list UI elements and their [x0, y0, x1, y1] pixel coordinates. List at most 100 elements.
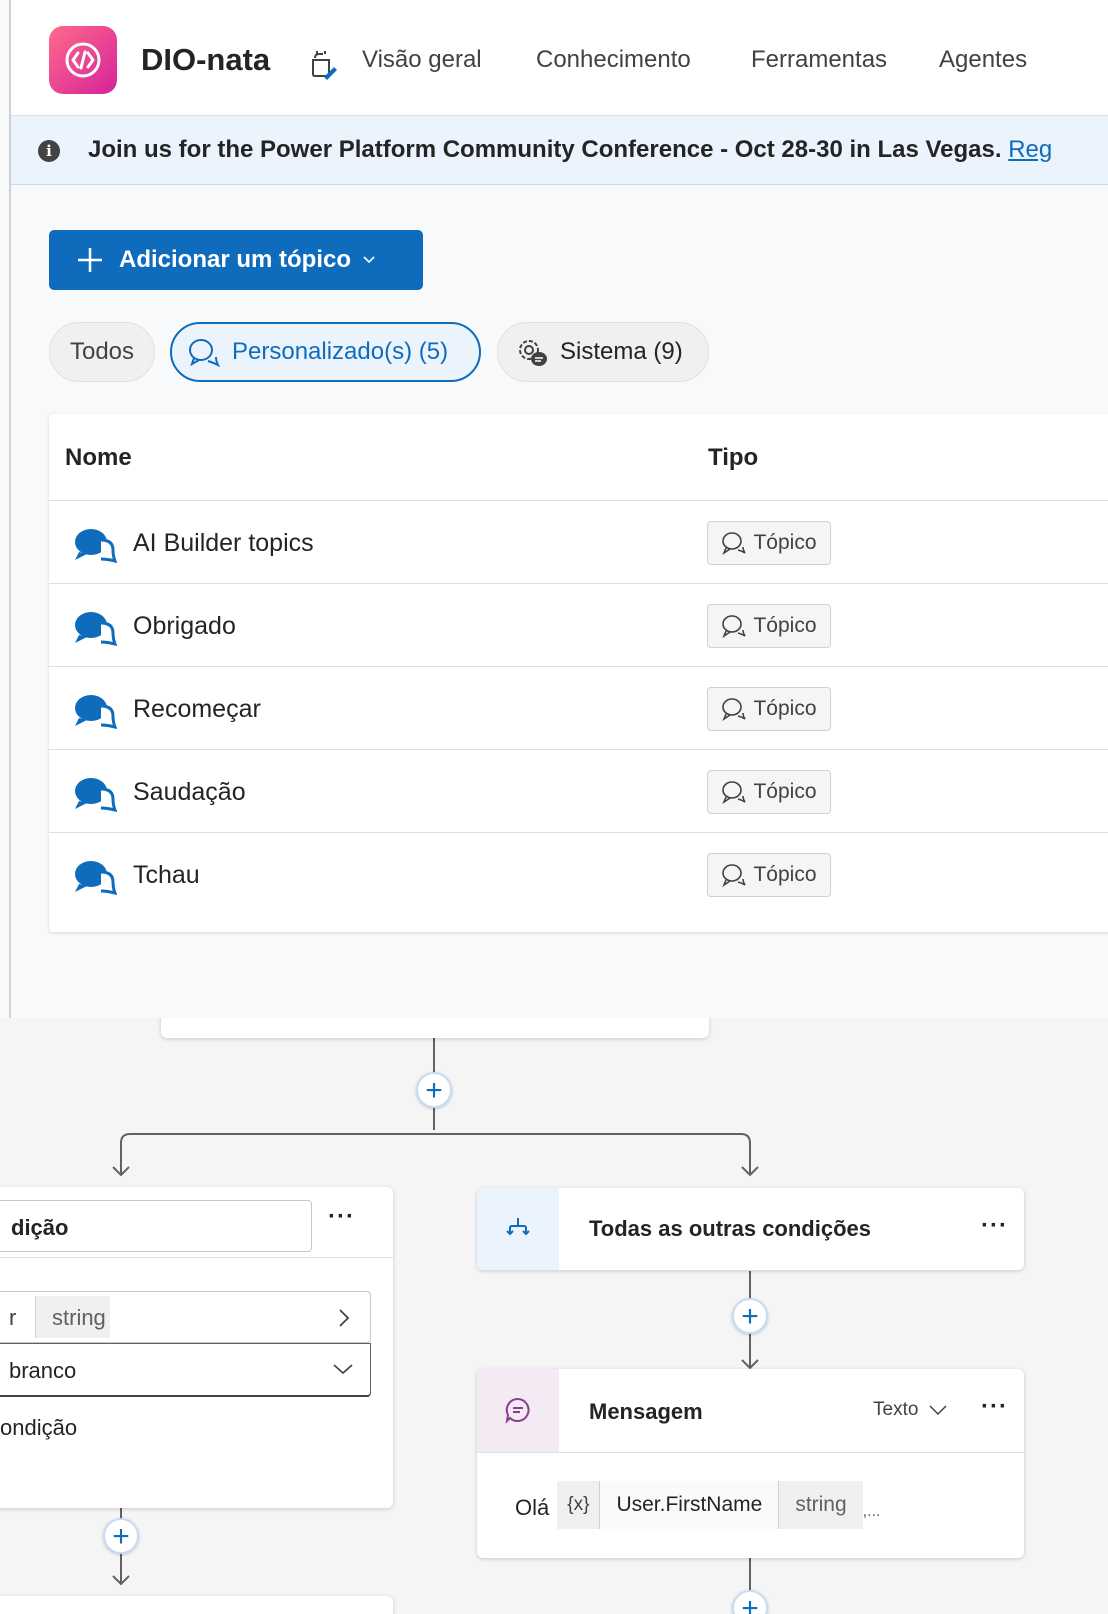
table-row[interactable]: Saudação Tópico	[49, 749, 1108, 835]
chat-bubbles-icon	[722, 615, 747, 638]
type-badge: Tópico	[707, 687, 831, 731]
table-row[interactable]: AI Builder topics Tópico	[49, 500, 1108, 586]
info-icon: i	[38, 140, 60, 162]
topic-chat-icon	[75, 612, 117, 647]
filter-all[interactable]: Todos	[49, 322, 155, 382]
message-card[interactable]: Mensagem Texto ··· Olá {x} User.FirstNam…	[477, 1369, 1024, 1558]
chevron-right-icon	[339, 1309, 350, 1327]
previous-node-card[interactable]	[161, 1018, 709, 1038]
add-node-button[interactable]: +	[103, 1518, 139, 1554]
add-condition-link[interactable]: ondição	[0, 1415, 77, 1441]
chat-bubbles-icon	[189, 339, 220, 367]
agent-name: DIO-nata	[141, 42, 271, 77]
filter-custom-label: Personalizado(s) (5)	[232, 338, 449, 365]
chevron-down-icon	[363, 256, 375, 264]
filter-system[interactable]: Sistema (9)	[497, 322, 709, 382]
operator-value: branco	[9, 1358, 77, 1383]
table-row[interactable]: Obrigado Tópico	[49, 583, 1108, 669]
code-brackets-icon	[65, 42, 101, 78]
branch-icon-area	[477, 1188, 559, 1270]
message-greeting: Olá	[515, 1495, 550, 1520]
message-icon-area	[477, 1369, 559, 1452]
announcement-banner: i Join us for the Power Platform Communi…	[11, 116, 1108, 185]
condition-title: dição	[11, 1215, 69, 1240]
type-badge: Tópico	[707, 521, 831, 565]
agent-logo-icon	[49, 26, 117, 94]
type-label: Tópico	[753, 614, 817, 637]
topic-name[interactable]: Obrigado	[133, 612, 236, 641]
filter-custom[interactable]: Personalizado(s) (5)	[170, 322, 481, 382]
topics-table: Nome Tipo AI Builder topics Tópico Obrig…	[49, 414, 1108, 932]
more-options-icon[interactable]: ···	[328, 1203, 355, 1231]
divider	[477, 1452, 1024, 1453]
topic-chat-icon	[75, 778, 117, 813]
nav-tools[interactable]: Ferramentas	[751, 46, 887, 74]
topic-chat-icon	[75, 529, 117, 564]
type-badge: Tópico	[707, 604, 831, 648]
topics-panel: DIO-nata Visão geral Conhecimento Ferram…	[0, 0, 1108, 1018]
column-header-name[interactable]: Nome	[65, 444, 132, 472]
topic-name[interactable]: Saudação	[133, 778, 246, 807]
banner-register-link[interactable]: Reg	[1008, 136, 1052, 163]
more-options-icon[interactable]: ···	[981, 1393, 1008, 1421]
topic-chat-icon	[75, 861, 117, 896]
type-badge: Tópico	[707, 770, 831, 814]
variable-token-name: User.FirstName	[600, 1481, 779, 1529]
message-body[interactable]: Olá {x} User.FirstName string ,...	[515, 1481, 880, 1529]
condition-operator-dropdown[interactable]: branco	[0, 1343, 371, 1397]
variable-type-chip: string	[36, 1296, 110, 1338]
table-row[interactable]: Recomeçar Tópico	[49, 666, 1108, 752]
nav-overview[interactable]: Visão geral	[362, 46, 482, 74]
app-header: DIO-nata Visão geral Conhecimento Ferram…	[11, 0, 1108, 116]
chat-bubbles-icon	[722, 698, 747, 721]
other-conditions-card[interactable]: Todas as outras condições ···	[477, 1188, 1024, 1270]
topic-name[interactable]: Recomeçar	[133, 695, 261, 724]
variable-token[interactable]: {x} User.FirstName string	[557, 1481, 863, 1529]
nav-knowledge[interactable]: Conhecimento	[536, 46, 691, 74]
other-conditions-title: Todas as outras condições	[589, 1216, 872, 1241]
chevron-down-icon	[333, 1364, 353, 1375]
chat-bubbles-icon	[722, 781, 747, 804]
message-format-dropdown[interactable]: Texto	[873, 1399, 948, 1421]
condition-name-field[interactable]: dição	[0, 1200, 312, 1252]
condition-variable-picker[interactable]: r string	[0, 1291, 371, 1343]
topic-name[interactable]: AI Builder topics	[133, 529, 314, 558]
variable-token-type: string	[795, 1493, 847, 1516]
message-title: Mensagem	[589, 1399, 703, 1424]
topic-chat-icon	[75, 695, 117, 730]
add-topic-label: Adicionar um tópico	[119, 246, 352, 273]
topic-flow-canvas[interactable]: + dição ··· r string branco ondição + To…	[0, 1018, 1108, 1614]
column-header-type[interactable]: Tipo	[708, 444, 758, 472]
chat-bubbles-icon	[722, 864, 747, 887]
topic-name[interactable]: Tchau	[133, 861, 200, 890]
more-options-icon[interactable]: ···	[981, 1212, 1008, 1240]
add-node-button[interactable]: +	[732, 1298, 768, 1334]
table-row[interactable]: Tchau Tópico	[49, 832, 1108, 918]
filter-all-label: Todos	[69, 338, 135, 365]
add-topic-button[interactable]: Adicionar um tópico	[49, 230, 423, 290]
message-icon	[505, 1397, 530, 1424]
chevron-down-icon	[929, 1405, 947, 1416]
message-format: Texto	[873, 1399, 919, 1420]
filter-system-label: Sistema (9)	[560, 338, 683, 365]
chat-bubbles-icon	[722, 532, 747, 555]
branch-icon	[506, 1218, 530, 1236]
type-label: Tópico	[753, 863, 817, 886]
condition-card[interactable]: dição ··· r string branco ondição	[0, 1187, 393, 1508]
agent-settings-icon[interactable]	[307, 48, 339, 80]
variable-type: string	[52, 1305, 106, 1330]
nav-agents[interactable]: Agentes	[939, 46, 1027, 74]
variable-token-icon: {x}	[567, 1494, 590, 1515]
banner-text: Join us for the Power Platform Community…	[88, 136, 1002, 163]
plus-icon	[78, 248, 102, 272]
type-label: Tópico	[753, 697, 817, 720]
add-node-button[interactable]: +	[416, 1072, 452, 1108]
type-label: Tópico	[753, 780, 817, 803]
variable-name: r	[9, 1305, 17, 1330]
type-label: Tópico	[753, 531, 817, 554]
system-gear-icon	[519, 340, 547, 366]
banner-message: Join us for the Power Platform Community…	[88, 136, 1052, 164]
message-trailing: ,...	[862, 1503, 881, 1520]
next-node-card[interactable]	[0, 1596, 393, 1614]
type-badge: Tópico	[707, 853, 831, 897]
